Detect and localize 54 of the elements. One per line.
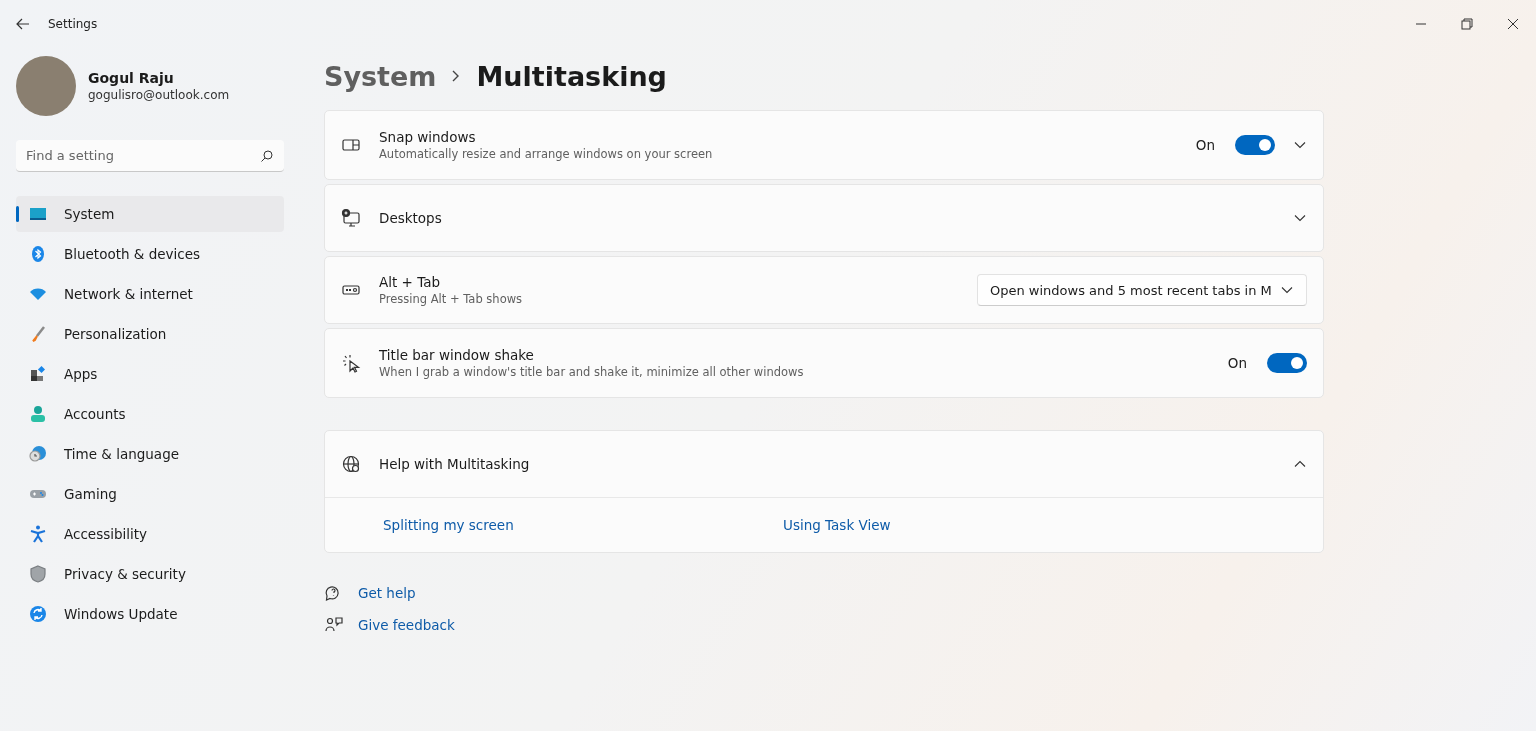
sidebar-item[interactable]: Gaming: [16, 476, 284, 512]
setting-description: Pressing Alt + Tab shows: [379, 292, 524, 306]
sync-icon: [28, 604, 48, 624]
user-name: Gogul Raju: [88, 70, 175, 86]
accessibility-icon: [28, 524, 48, 544]
globe-icon: [341, 454, 361, 474]
close-icon: [1507, 18, 1519, 30]
restore-icon: [1461, 18, 1473, 30]
sidebar-item[interactable]: Network & internet: [16, 276, 284, 312]
toggle-state-label: On: [1195, 137, 1215, 153]
setting-card[interactable]: Title bar window shake When I grab a window's title bar and shake it, minimize all other windows On: [324, 328, 1324, 398]
search-icon: [260, 149, 274, 163]
page-title: Multitasking: [476, 60, 667, 92]
sidebar-item[interactable]: Windows Update: [16, 596, 284, 632]
setting-title: Snap windows: [379, 129, 477, 145]
sidebar-item[interactable]: Accounts: [16, 396, 284, 432]
user-email: gogulisro@outlook.com: [88, 88, 230, 102]
help-link[interactable]: Splitting my screen: [383, 517, 514, 533]
selection-indicator: [16, 206, 19, 222]
person-icon: [28, 404, 48, 424]
sidebar-item[interactable]: Apps: [16, 356, 284, 392]
breadcrumb-parent[interactable]: System: [324, 60, 437, 92]
setting-title: Title bar window shake: [379, 347, 535, 363]
back-arrow-icon: [15, 16, 31, 32]
sidebar-item[interactable]: Privacy & security: [16, 556, 284, 592]
help-link[interactable]: Using Task View: [783, 517, 891, 533]
footer-link[interactable]: Get help: [358, 585, 416, 601]
avatar: [16, 56, 76, 116]
setting-description: Automatically resize and arrange windows on your screen: [379, 147, 714, 161]
apps-icon: [28, 364, 48, 384]
setting-card[interactable]: Snap windows Automatically resize and arrange windows on your screen On: [324, 110, 1324, 180]
window-title: Settings: [48, 17, 98, 31]
dropdown[interactable]: Open windows and 5 most recent tabs in M: [977, 274, 1307, 306]
setting-card[interactable]: Desktops: [324, 184, 1324, 252]
setting-title: Alt + Tab: [379, 274, 442, 290]
sidebar-item[interactable]: Bluetooth & devices: [16, 236, 284, 272]
help-title: Help with Multitasking: [379, 456, 531, 472]
sidebar-item[interactable]: Accessibility: [16, 516, 284, 552]
help-header[interactable]: Help with Multitasking: [325, 431, 1323, 498]
sidebar-item[interactable]: Personalization: [16, 316, 284, 352]
setting-description: When I grab a window's title bar and shake it, minimize all other windows: [379, 365, 805, 379]
search-field[interactable]: Find a setting: [16, 140, 284, 172]
setting-card[interactable]: Alt + Tab Pressing Alt + Tab shows Open windows and 5 most recent tabs in M: [324, 256, 1324, 324]
globe-clock-icon: [28, 444, 48, 464]
footer-link[interactable]: Give feedback: [358, 617, 455, 633]
sidebar-item[interactable]: System: [16, 196, 284, 232]
cursor-sparkle-icon: [341, 353, 361, 373]
monitor-plus-icon: [341, 208, 361, 228]
shield-icon: [28, 564, 48, 584]
toggle-switch[interactable]: [1267, 353, 1307, 373]
setting-title: Desktops: [379, 210, 443, 226]
toggle-switch[interactable]: [1235, 135, 1275, 155]
sidebar-item[interactable]: Time & language: [16, 436, 284, 472]
toggle-state-label: On: [1227, 355, 1247, 371]
